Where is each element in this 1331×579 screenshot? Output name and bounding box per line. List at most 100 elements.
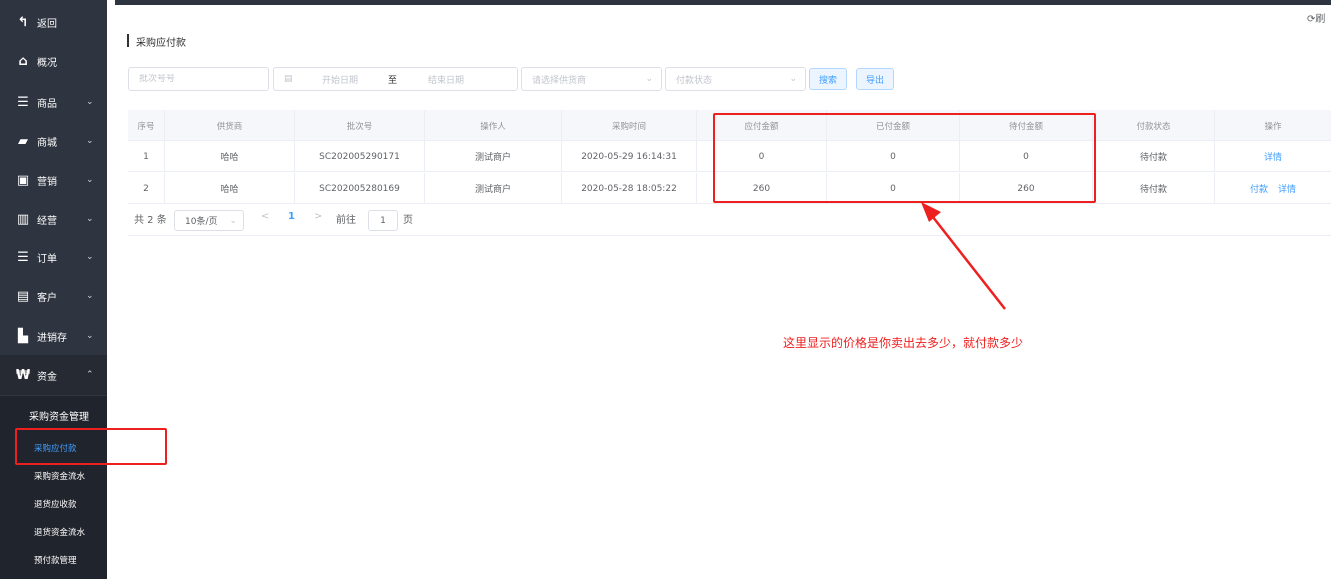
- chevron-down-icon: ⌄: [86, 291, 94, 301]
- shopping-bag-icon: ▰: [18, 133, 28, 149]
- annotation-note: 这里显示的价格是你卖出去多少，就付款多少: [783, 336, 1024, 350]
- chevron-down-icon: ⌄: [86, 252, 94, 262]
- payment-status-select[interactable]: 付款状态 ⌄: [665, 67, 806, 91]
- submenu-item-purchase-flow[interactable]: 采购资金流水: [0, 463, 107, 489]
- cell-supplier: 哈哈: [165, 141, 295, 172]
- submenu-purchase-funds[interactable]: 采购资金管理: [0, 400, 107, 430]
- payment-status-placeholder: 付款状态: [676, 75, 713, 86]
- prev-page-button[interactable]: <: [261, 211, 269, 222]
- chevron-down-icon: ⌄: [789, 74, 797, 84]
- cell-batch: SC202005290171: [295, 141, 425, 172]
- sidebar-item-inventory[interactable]: ▙ 进销存 ⌄: [0, 316, 107, 356]
- cell-time: 2020-05-29 16:14:31: [562, 141, 697, 172]
- sidebar: ↰ 返回 ⌂ 概况 ☰ 商品 ⌄ ▰ 商城 ⌄ ▣ 营销 ⌄ ▥ 经营 ⌄ ☰ …: [0, 0, 107, 579]
- date-range-picker[interactable]: ▤ 开始日期 至 结束日期: [273, 67, 518, 91]
- chevron-down-icon: ⌄: [86, 175, 94, 185]
- chevron-down-icon: ⌄: [86, 331, 94, 341]
- submenu-item-return-receivable[interactable]: 退货应收款: [0, 491, 107, 517]
- sidebar-item-label: 概况: [37, 57, 57, 69]
- refresh-button[interactable]: ⟳刷: [1307, 10, 1325, 25]
- sidebar-item-funds[interactable]: ₩ 资金 ⌃: [0, 355, 107, 395]
- sidebar-item-label: 返回: [37, 18, 57, 30]
- cell-batch: SC202005280169: [295, 173, 425, 204]
- bar-chart-icon: ▥: [16, 211, 30, 227]
- list-icon: ☰: [17, 94, 29, 110]
- sidebar-item-label: 商品: [37, 98, 57, 110]
- pay-link[interactable]: 付款: [1250, 182, 1268, 195]
- calendar-icon: ▤: [284, 74, 293, 84]
- annotation-highlight-amounts: [713, 113, 1096, 203]
- sidebar-item-customers[interactable]: ▤ 客户 ⌄: [0, 276, 107, 316]
- submenu-item-prepayment[interactable]: 预付款管理: [0, 547, 107, 573]
- cell-no: 2: [128, 173, 165, 204]
- sidebar-item-label: 经营: [37, 215, 57, 227]
- id-card-icon: ▤: [16, 288, 30, 304]
- sidebar-item-products[interactable]: ☰ 商品 ⌄: [0, 82, 107, 122]
- chevron-down-icon: ⌄: [645, 74, 653, 84]
- pagination-total: 共 2 条: [134, 215, 167, 226]
- date-range-separator: 至: [388, 75, 398, 86]
- supplier-select-placeholder: 请选择供货商: [532, 75, 587, 86]
- sidebar-item-label: 进销存: [37, 332, 67, 344]
- order-list-icon: ☰: [17, 249, 29, 265]
- cell-actions: 付款 详情: [1215, 173, 1331, 204]
- title-accent: [127, 34, 129, 47]
- column-header: 操作: [1264, 121, 1282, 132]
- chevron-down-icon: ⌄: [86, 136, 94, 146]
- column-header: 批次号: [295, 110, 425, 141]
- goto-page-input-box[interactable]: 1: [368, 210, 398, 231]
- start-date-placeholder: 开始日期: [322, 75, 359, 86]
- sidebar-item-orders[interactable]: ☰ 订单 ⌄: [0, 237, 107, 277]
- goto-page-input[interactable]: 1: [380, 216, 386, 226]
- sidebar-item-back[interactable]: ↰ 返回: [0, 2, 107, 42]
- sidebar-item-label: 资金: [37, 371, 57, 383]
- chevron-down-icon: ⌄: [86, 214, 94, 224]
- cell-no: 1: [128, 141, 165, 172]
- page-size-select[interactable]: 10条/页 ⌄: [174, 210, 244, 231]
- chevron-up-icon: ⌃: [86, 370, 94, 380]
- annotation-highlight-menu: [15, 428, 167, 465]
- batch-number-input-box: [128, 67, 269, 91]
- sidebar-item-mall[interactable]: ▰ 商城 ⌄: [0, 121, 107, 161]
- cell-status: 待付款: [1093, 141, 1215, 172]
- end-date-placeholder: 结束日期: [428, 75, 465, 86]
- back-arrow-icon: ↰: [17, 14, 29, 30]
- annotation-arrow-icon: [921, 202, 1006, 310]
- next-page-button[interactable]: >: [314, 211, 322, 222]
- sidebar-item-label: 营销: [37, 176, 57, 188]
- cell-supplier: 哈哈: [165, 173, 295, 204]
- supplier-select[interactable]: 请选择供货商 ⌄: [521, 67, 662, 91]
- goto-label: 前往: [336, 215, 356, 226]
- column-header: 供货商: [165, 110, 295, 141]
- chevron-down-icon: ⌄: [86, 97, 94, 107]
- page-size-value: 10条/页: [185, 217, 218, 227]
- truck-icon: ▙: [18, 328, 28, 344]
- detail-link[interactable]: 详情: [1278, 182, 1296, 195]
- home-icon: ⌂: [18, 53, 28, 69]
- page-title: 采购应付款: [136, 38, 186, 49]
- submenu-item-return-flow[interactable]: 退货资金流水: [0, 519, 107, 545]
- sidebar-item-overview[interactable]: ⌂ 概况: [0, 41, 107, 81]
- chevron-down-icon: ⌄: [229, 215, 237, 226]
- detail-link[interactable]: 详情: [1264, 150, 1282, 163]
- column-header: 序号: [128, 110, 165, 141]
- column-header: 采购时间: [562, 110, 697, 141]
- gift-icon: ▣: [16, 172, 30, 188]
- search-button[interactable]: 搜索: [809, 68, 847, 90]
- sidebar-item-label: 客户: [37, 292, 57, 304]
- column-header: 付款状态: [1093, 110, 1215, 141]
- column-header: 操作人: [425, 110, 562, 141]
- cell-time: 2020-05-28 18:05:22: [562, 173, 697, 204]
- cell-actions: 详情: [1215, 141, 1331, 172]
- page-number-1[interactable]: 1: [288, 211, 295, 222]
- sidebar-item-marketing[interactable]: ▣ 营销 ⌄: [0, 160, 107, 200]
- sidebar-item-operations[interactable]: ▥ 经营 ⌄: [0, 199, 107, 239]
- cell-operator: 测试商户: [425, 173, 562, 204]
- cell-status: 待付款: [1093, 173, 1215, 204]
- batch-number-input[interactable]: [139, 74, 268, 84]
- top-bar: [115, 0, 1331, 5]
- cell-operator: 测试商户: [425, 141, 562, 172]
- pagination: 共 2 条 10条/页 ⌄ < 1 > 前往 1 页: [128, 206, 1331, 236]
- page-unit-label: 页: [403, 215, 413, 226]
- export-button[interactable]: 导出: [856, 68, 894, 90]
